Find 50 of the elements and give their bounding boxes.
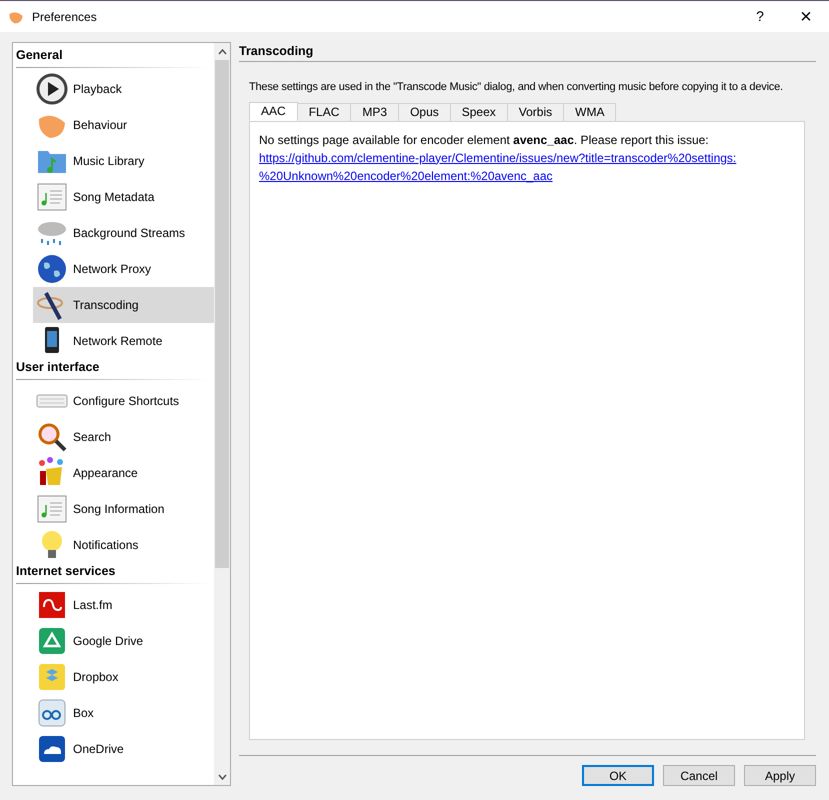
box-icon xyxy=(36,697,68,729)
section-header: Internet services xyxy=(16,563,116,580)
encoder-tab[interactable]: Speex xyxy=(450,102,508,122)
drive-icon xyxy=(36,625,68,657)
dropbox-icon xyxy=(36,661,68,693)
report-link[interactable]: https://github.com/clementine-player/Clementine/issues/new?title=transcoder%20settings: xyxy=(259,150,736,164)
page-title: Transcoding xyxy=(239,42,314,60)
lastfm-icon xyxy=(36,589,68,621)
sidebar-item[interactable]: Background Streams xyxy=(33,215,214,251)
sidebar-item[interactable]: Configure Shortcuts xyxy=(33,383,214,419)
dialog-button[interactable]: OK xyxy=(582,765,654,786)
close-button[interactable]: × xyxy=(783,2,829,32)
play-icon xyxy=(36,73,68,105)
scroll-down-icon[interactable] xyxy=(218,774,226,780)
sidebar-item[interactable]: Transcoding xyxy=(33,287,214,323)
scrollbar-thumb[interactable] xyxy=(215,60,229,568)
scroll-up-icon[interactable] xyxy=(218,48,226,54)
section-header: General xyxy=(16,47,63,64)
help-button[interactable]: ? xyxy=(737,6,783,27)
sidebar-item[interactable]: Network Remote xyxy=(33,323,214,359)
sidebar-item[interactable]: Google Drive xyxy=(33,623,214,659)
report-link[interactable]: %20Unknown%20encoder%20element:%20avenc_aac xyxy=(259,168,553,182)
document-icon xyxy=(36,181,68,213)
sidebar-item[interactable]: Last.fm xyxy=(33,587,214,623)
sidebar-item[interactable]: Network Proxy xyxy=(33,251,214,287)
encoder-tab[interactable]: AAC xyxy=(249,102,298,120)
section-header: User interface xyxy=(16,359,100,376)
cloud-icon xyxy=(36,733,68,765)
sidebar-item[interactable]: OneDrive xyxy=(33,731,214,767)
window-title: Preferences xyxy=(32,8,97,26)
sidebar-item[interactable]: Notifications xyxy=(33,527,214,563)
document-icon xyxy=(36,493,68,525)
sidebar-item[interactable]: Music Library xyxy=(33,143,214,179)
message-text: No settings page available for encoder element avenc_aac. Please report this issue: xyxy=(259,132,710,148)
sidebar-item[interactable]: Box xyxy=(33,695,214,731)
sidebar-item[interactable]: Behaviour xyxy=(33,107,214,143)
search-icon xyxy=(36,421,68,453)
sidebar-item[interactable]: Appearance xyxy=(33,455,214,491)
description-text: These settings are used in the "Transcode Music" dialog, and when converting music before copying it to a device. xyxy=(249,80,784,95)
sidebar-item[interactable]: Song Metadata xyxy=(33,179,214,215)
scrollbar[interactable] xyxy=(214,43,230,785)
dialog-button[interactable]: Cancel xyxy=(663,765,735,786)
sidebar-item[interactable]: Dropbox xyxy=(33,659,214,695)
dialog-button[interactable]: Apply xyxy=(744,765,816,786)
sidebar-item[interactable]: Playback xyxy=(33,71,214,107)
sidebar-item[interactable]: Search xyxy=(33,419,214,455)
globe-icon xyxy=(36,253,68,285)
sidebar-item[interactable]: Song Information xyxy=(33,491,214,527)
encoder-tab[interactable]: Opus xyxy=(398,102,451,122)
encoder-tab[interactable]: WMA xyxy=(563,102,616,122)
